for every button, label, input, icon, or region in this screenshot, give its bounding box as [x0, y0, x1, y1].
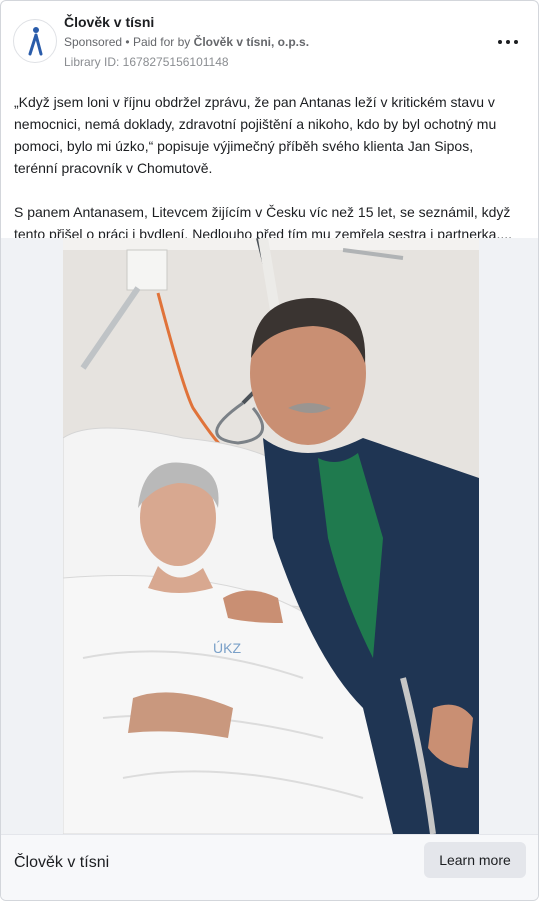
advertiser-name[interactable]: Člověk v tísni [64, 14, 154, 30]
clovek-v-tisni-logo-icon [28, 27, 43, 56]
paid-for-by: Člověk v tísni, o.p.s. [193, 35, 310, 49]
body-paragraph: „Když jsem loni v říjnu obdržel zprávu, … [14, 94, 497, 176]
advertiser-avatar[interactable] [13, 19, 57, 63]
separator-dot: • [125, 35, 133, 49]
ad-image-area[interactable]: ÚKZ [1, 238, 538, 834]
ad-card: Člověk v tísni Sponsored • Paid for by Č… [0, 0, 539, 901]
sponsored-line: Sponsored • Paid for by Člověk v tísni, … [64, 35, 309, 49]
ad-footer: Člověk v tísni Learn more [1, 834, 538, 900]
more-options-button[interactable] [496, 31, 520, 51]
hospital-photo: ÚKZ [63, 238, 479, 834]
library-id: Library ID: 1678275156101148 [64, 55, 229, 69]
sponsored-label: Sponsored [64, 35, 123, 49]
ad-header: Člověk v tísni Sponsored • Paid for by Č… [1, 1, 538, 76]
more-options-icon [498, 40, 502, 44]
blanket-print: ÚKZ [213, 640, 241, 656]
footer-title[interactable]: Člověk v tísni [14, 854, 109, 872]
learn-more-button[interactable]: Learn more [424, 842, 526, 878]
paid-for-prefix: Paid for by [132, 35, 191, 49]
